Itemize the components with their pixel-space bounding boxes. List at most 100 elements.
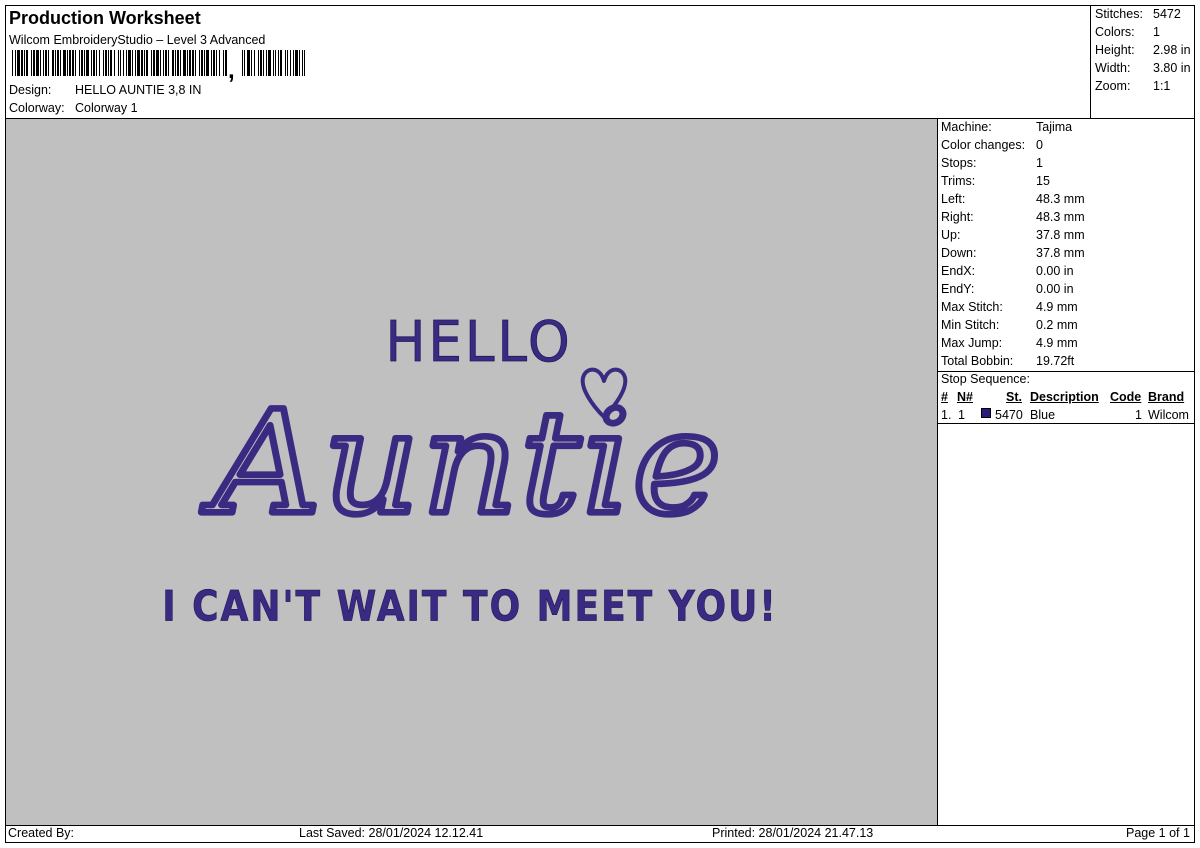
zoom-label: Zoom: [1095, 79, 1131, 93]
barcode-bar [31, 50, 32, 76]
barcode-bar [260, 50, 262, 76]
printed-date: Printed: 28/01/2024 21.47.13 [712, 826, 874, 840]
property-row: Up: 37.8 mm [941, 228, 1085, 242]
barcode-bar [12, 50, 13, 76]
barcode-bar [91, 50, 92, 76]
barcode-bar [302, 50, 303, 76]
width-value: 3.80 in [1153, 61, 1191, 75]
property-row: Right: 48.3 mm [941, 210, 1085, 224]
seq-description: Blue [1030, 408, 1056, 422]
barcode-bar [21, 50, 23, 76]
barcode-bar [247, 50, 250, 76]
barcode-bar [52, 50, 54, 76]
height-label: Height: [1095, 43, 1135, 57]
barcode-bar [263, 50, 264, 76]
barcode-bar [293, 50, 294, 76]
design-name: HELLO AUNTIE 3,8 IN [75, 83, 202, 97]
seq-num: 1. [941, 408, 952, 422]
barcode-bar [26, 50, 28, 76]
barcode-bar [285, 50, 286, 76]
hello-text: HELLO [386, 309, 573, 375]
barcode-bar [299, 50, 300, 76]
barcode-bar [258, 50, 259, 76]
barcode-bar [225, 50, 227, 76]
barcode-bar [254, 50, 255, 76]
col-needle: N# [957, 390, 973, 404]
barcode-bar [273, 50, 274, 76]
barcode-bar [141, 50, 143, 76]
barcode-bar [219, 50, 220, 76]
col-code: Code [1110, 390, 1142, 404]
property-row: Max Jump: 4.9 mm [941, 336, 1078, 350]
barcode-bar [275, 50, 276, 76]
barcode-bar [216, 50, 217, 76]
seq-brand: Wilcom [1148, 408, 1189, 422]
barcode-bar [118, 50, 119, 76]
barcode: , [12, 50, 305, 82]
colorway-row: Colorway: Colorway 1 [9, 101, 138, 115]
stitches-value: 5472 [1153, 7, 1181, 21]
barcode-bar [81, 50, 83, 76]
property-row: Max Stitch: 4.9 mm [941, 300, 1078, 314]
barcode-bar [144, 50, 145, 76]
barcode-bar [266, 50, 267, 76]
barcode-bar [183, 50, 186, 76]
barcode-bar [33, 50, 35, 76]
seq-stitches: 5470 [995, 408, 1023, 422]
barcode-bar [120, 50, 121, 76]
barcode-bar [244, 50, 245, 76]
barcode-bar [67, 50, 68, 76]
properties-panel: Machine: Tajima Color changes: 0 Stops: 1 T… [938, 119, 1194, 825]
zoom-value: 1:1 [1153, 79, 1171, 93]
barcode-bar [96, 50, 97, 76]
stitches-label: Stitches: [1095, 7, 1143, 21]
design-row: Design: HELLO AUNTIE 3,8 IN [9, 83, 201, 97]
property-row: EndY: 0.00 in [941, 282, 1074, 296]
barcode-bar [15, 50, 16, 76]
barcode-bar [55, 50, 56, 76]
barcode-bar [280, 50, 282, 76]
seq-needle: 1 [958, 408, 965, 422]
barcode-bar [251, 50, 252, 76]
design-label: Design: [9, 83, 52, 97]
stop-sequence-title: Stop Sequence: [941, 372, 1030, 386]
barcode-bar [189, 50, 191, 76]
property-row: Stops: 1 [941, 156, 1043, 170]
barcode-bar [175, 50, 176, 76]
barcode-bar [287, 50, 288, 76]
barcode-bar [126, 50, 127, 76]
col-num: # [941, 390, 948, 404]
barcode-bar [79, 50, 80, 76]
barcode-bar [17, 50, 20, 76]
sequence-table-bottom [938, 423, 1194, 424]
barcode-bar [108, 50, 109, 76]
barcode-bar [206, 50, 209, 76]
auntie-text: Auntie [200, 380, 723, 547]
width-label: Width: [1095, 61, 1131, 75]
barcode-bar [192, 50, 194, 76]
barcode-bar [45, 50, 47, 76]
barcode-bar [268, 50, 271, 76]
last-saved: Last Saved: 28/01/2024 12.12.41 [299, 826, 484, 840]
col-brand: Brand [1148, 390, 1185, 404]
barcode-bar [135, 50, 136, 76]
barcode-bar [295, 50, 298, 76]
barcode-separator: , [228, 57, 235, 82]
barcode-bar [72, 50, 74, 76]
property-row: Total Bobbin: 19.72ft [941, 354, 1075, 368]
barcode-bar [57, 50, 59, 76]
software-name: Wilcom EmbroideryStudio – Level 3 Advanc… [9, 33, 266, 47]
barcode-bar [84, 50, 85, 76]
property-row: Color changes: 0 [941, 138, 1043, 152]
barcode-bar [86, 50, 89, 76]
barcode-bar [132, 50, 133, 76]
barcode-bar [75, 50, 76, 76]
barcode-bar [160, 50, 161, 76]
barcode-bar [242, 50, 243, 76]
barcode-bar [48, 50, 49, 76]
barcode-bar [153, 50, 155, 76]
tagline-text: I CAN'T WAIT TO MEET YOU! [162, 583, 778, 631]
property-row: Min Stitch: 0.2 mm [941, 318, 1078, 332]
barcode-bar [290, 50, 291, 76]
barcode-bar [211, 50, 212, 76]
